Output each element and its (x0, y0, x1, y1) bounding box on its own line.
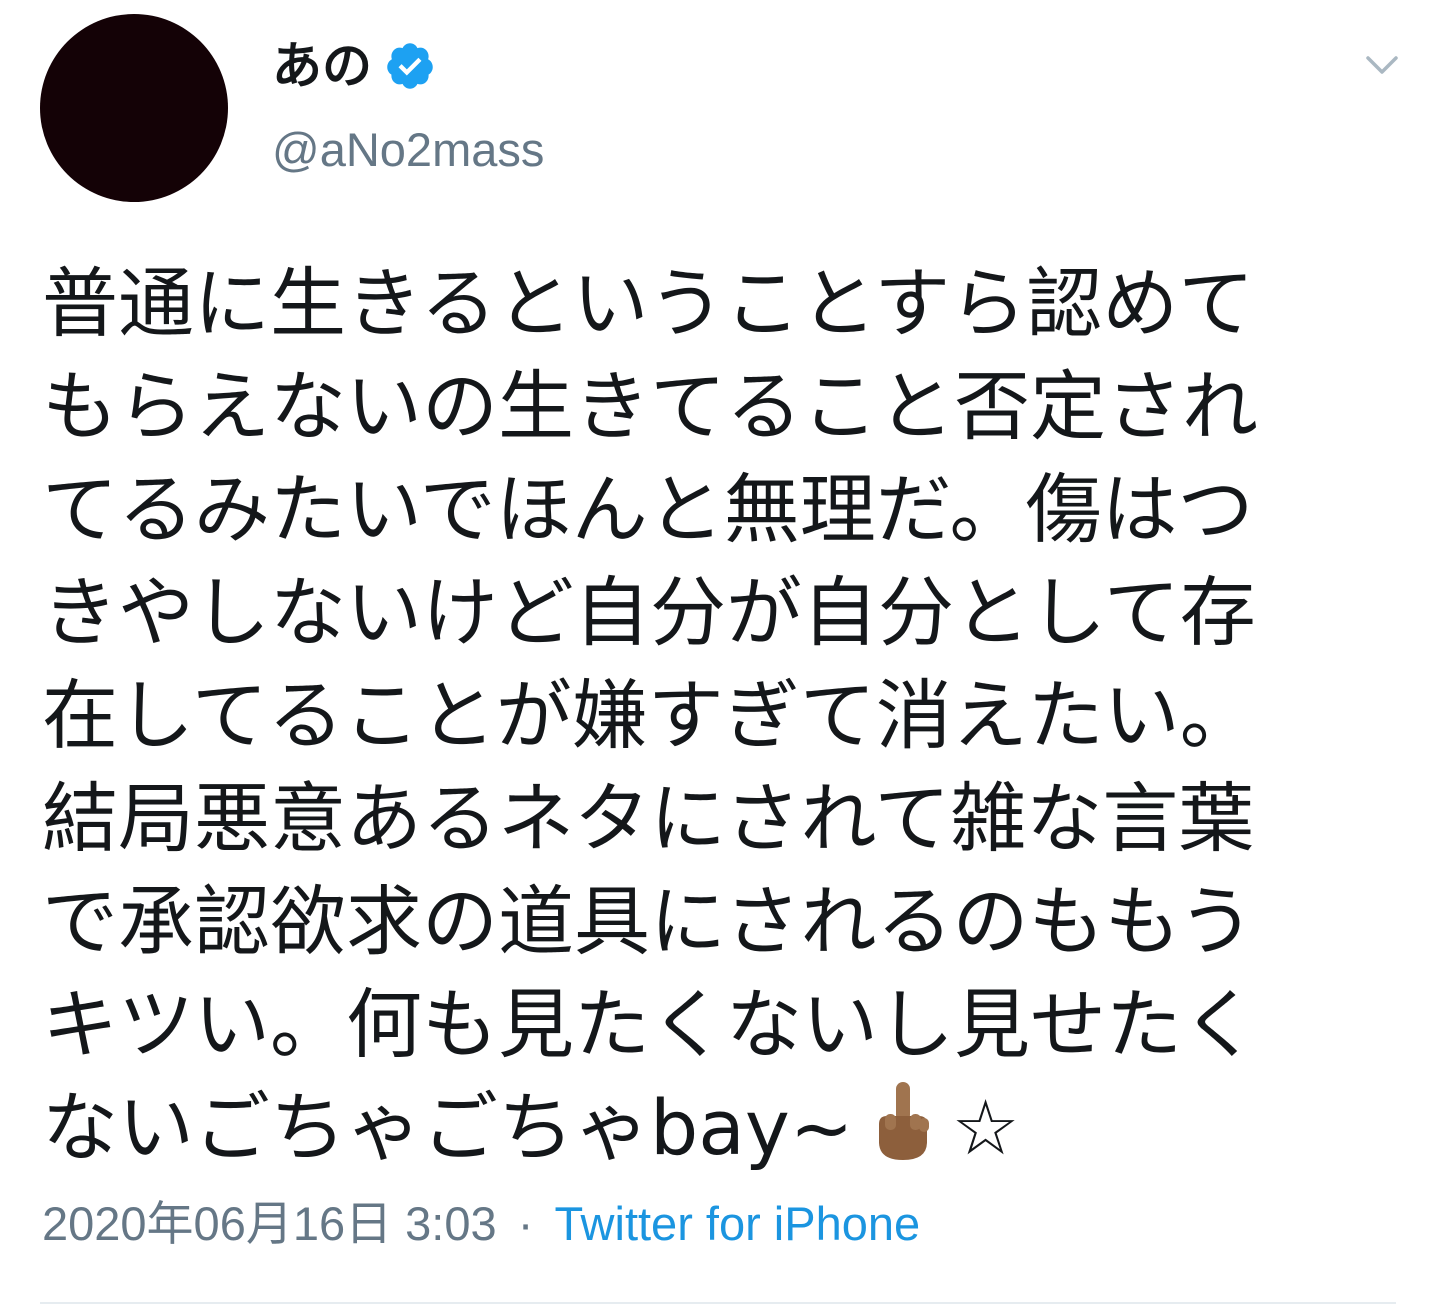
display-name[interactable]: あの (272, 30, 372, 102)
tweet-meta: 2020年06月16日 3:03 · Twitter for iPhone (42, 1192, 920, 1256)
tweet-text-line: 普通に生きるということすら認めて (42, 259, 1255, 348)
tweet-text-line: ないごちゃごちゃbay~ (42, 1083, 854, 1172)
divider (40, 1302, 1396, 1304)
middle-finger-icon (879, 1082, 930, 1160)
separator: · (517, 1197, 534, 1250)
name-row: あの (272, 30, 544, 102)
star-symbol: ☆ (951, 1083, 1020, 1172)
tweet-text-line: キツい。何も見たくないし見せたく (42, 980, 1258, 1069)
avatar[interactable] (40, 14, 228, 202)
tweet-text-line: 結局悪意あるネタにされて雑な言葉 (42, 774, 1255, 863)
tweet-text-line: てるみたいでほんと無理だ。傷はつ (42, 465, 1254, 554)
tweet-text-last-line: ないごちゃごちゃbay~ ☆ (42, 1076, 1362, 1179)
tweet-text: 普通に生きるということすら認めて もらえないの生きてること否定され てるみたいで… (42, 252, 1362, 1179)
user-handle[interactable]: @aNo2mass (272, 120, 544, 180)
tweet-text-line: きやしないけど自分が自分として存 (42, 568, 1256, 657)
tweet-text-line: で承認欲求の道具にされるのももう (42, 877, 1255, 966)
tweet-header: あの @aNo2mass (272, 30, 544, 180)
tweet-text-line: 在してることが嫌すぎて消えたい。 (42, 671, 1256, 760)
chevron-down-icon[interactable] (1362, 50, 1402, 80)
tweet-text-line: もらえないの生きてること否定され (42, 362, 1258, 451)
verified-badge-icon (387, 43, 433, 89)
timestamp[interactable]: 2020年06月16日 3:03 (42, 1197, 497, 1250)
source-link[interactable]: Twitter for iPhone (554, 1197, 920, 1250)
